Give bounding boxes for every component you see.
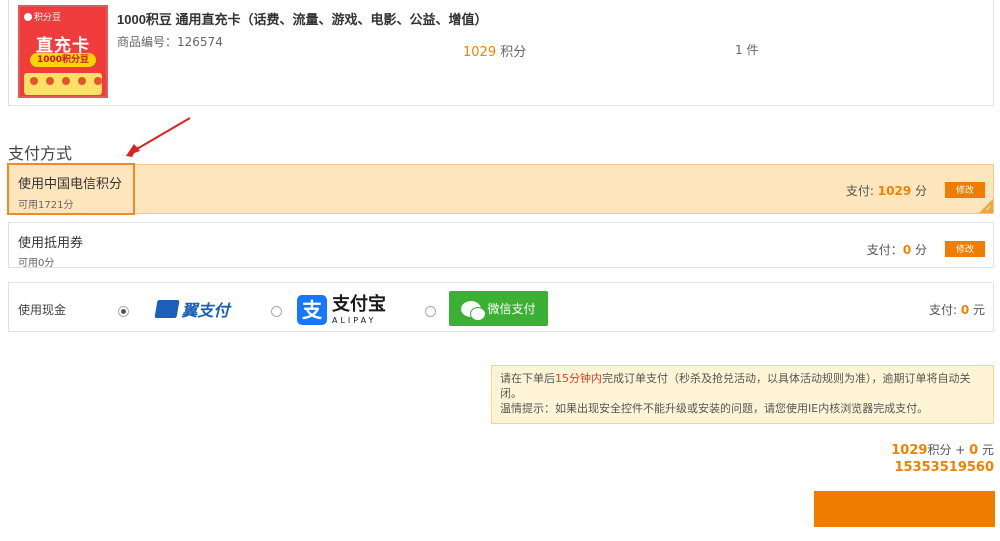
coupon-pay-value: 0 — [902, 243, 912, 257]
feature-icon — [78, 77, 86, 85]
order-phone: 15353519560 — [891, 459, 995, 476]
cash-pay-unit: 元 — [969, 303, 985, 317]
product-price-unit: 积分 — [500, 45, 527, 60]
alipay-logo-subtext: ALIPAY — [332, 315, 377, 325]
product-quantity: 1 件 — [735, 43, 759, 57]
annotation-arrow-icon — [126, 117, 191, 157]
feature-icon — [94, 77, 102, 85]
points-pay-label: 支付: — [845, 184, 878, 198]
yipay-logo-text: 翼支付 — [181, 301, 230, 320]
payment-option-coupon[interactable]: 使用抵用券 可用0分 支付：0 分 修改 — [8, 222, 994, 269]
payment-section-title: 支付方式 — [8, 144, 73, 163]
notice-deadline: 15分钟内 — [555, 372, 602, 385]
coupon-pay-label: 支付： — [866, 243, 903, 257]
order-total: 1029积分 + 0 元 — [891, 442, 994, 459]
yipay-radio[interactable] — [118, 306, 129, 317]
cash-option-name: 使用现金 — [18, 303, 67, 317]
alipay-logo-text: 支付宝 — [332, 293, 386, 315]
payment-option-points[interactable]: 使用中国电信积分 可用1721分 支付: 1029 分 修改 ✓ — [7, 163, 994, 215]
product-price-value: 1029 — [463, 45, 497, 60]
wechat-icon — [461, 300, 487, 321]
total-points-value: 1029 — [891, 443, 928, 458]
cash-pay-label: 支付: — [928, 303, 961, 317]
feature-icon — [30, 77, 38, 85]
points-option-name: 使用中国电信积分 — [18, 177, 123, 192]
feature-icon — [62, 77, 70, 85]
payment-option-cash: 使用现金 翼支付 支 支付宝 ALIPAY 微信支付 支付: 0 元 — [8, 282, 994, 332]
product-thumbnail[interactable]: 积分豆 直充卡 1000积分豆 — [18, 5, 108, 98]
thumbnail-brand: 积分豆 — [24, 10, 61, 23]
payment-notice: 请在下单后15分钟内完成订单支付（秒杀及抢兑活动，以具体活动规则为准），逾期订单… — [491, 365, 994, 424]
wechat-pay-label: 微信支付 — [487, 302, 536, 316]
yipay-bag-icon — [154, 300, 181, 318]
yipay-logo[interactable]: 翼支付 — [143, 292, 243, 326]
wechat-radio[interactable] — [425, 306, 436, 317]
coupon-option-name: 使用抵用券 — [18, 236, 84, 251]
total-cash-unit: 元 — [978, 443, 994, 457]
points-available: 可用1721分 — [18, 200, 74, 211]
coupon-available: 可用0分 — [18, 258, 55, 269]
alipay-radio[interactable] — [271, 306, 282, 317]
product-title[interactable]: 1000积豆 通用直充卡（话费、流量、游戏、电影、公益、增值） — [117, 9, 488, 28]
thumbnail-brand-text: 积分豆 — [34, 13, 62, 23]
notice-line1-pre: 请在下单后 — [500, 372, 555, 385]
notice-line-2: 温情提示：如果出现安全控件不能升级或安装的问题，请您使用IE内核浏览器完成支付。 — [500, 402, 929, 415]
product-code-label: 商品编号： — [117, 35, 178, 49]
coupon-edit-button[interactable]: 修改 — [945, 241, 985, 257]
selected-check-icon: ✓ — [979, 199, 993, 213]
total-points-unit: 积分 + — [927, 443, 970, 457]
wechat-pay-logo[interactable]: 微信支付 — [449, 291, 548, 326]
points-pay-unit: 分 — [911, 184, 927, 198]
points-pay-value: 1029 — [877, 184, 912, 198]
alipay-icon: 支 — [297, 295, 327, 325]
alipay-logo[interactable]: 支 支付宝 ALIPAY — [297, 291, 397, 329]
thumbnail-sub-text: 1000积分豆 — [30, 53, 96, 67]
brand-logo-icon — [24, 12, 32, 21]
points-edit-button[interactable]: 修改 — [945, 182, 985, 198]
cash-pay-value: 0 — [960, 303, 970, 317]
product-code: 商品编号：126574 — [117, 33, 223, 50]
feature-icon — [46, 77, 54, 85]
product-price: 1029 积分 — [463, 41, 526, 60]
notice-line-1: 请在下单后15分钟内完成订单支付（秒杀及抢兑活动，以具体活动规则为准），逾期订单… — [500, 371, 985, 401]
next-step-button[interactable] — [814, 491, 995, 527]
product-code-value: 126574 — [177, 35, 223, 49]
order-summary: 1029积分 + 0 元 15353519560 — [891, 442, 994, 476]
total-cash-value: 0 — [969, 443, 979, 458]
product-card: 积分豆 直充卡 1000积分豆 1000积豆 通用直充卡（话费、流量、游戏、电影… — [8, 0, 994, 106]
coupon-pay-unit: 分 — [911, 243, 927, 257]
order-phone-value: 15353519560 — [894, 460, 995, 475]
cash-pay-amount: 支付: 0 元 — [929, 301, 985, 318]
points-pay-amount: 支付: 1029 分 — [846, 182, 927, 199]
thumbnail-feature-band — [24, 73, 102, 95]
coupon-pay-amount: 支付：0 分 — [867, 241, 927, 258]
